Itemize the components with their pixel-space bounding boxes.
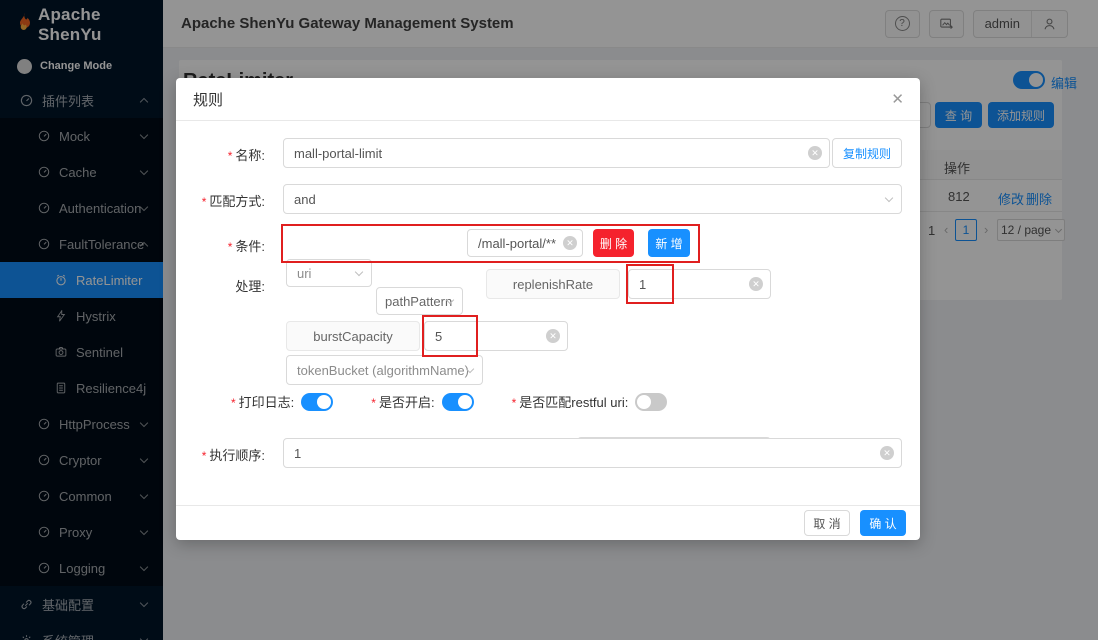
match-mode-select[interactable]: and	[283, 184, 902, 214]
algorithm-value: tokenBucket (algorithmName)	[297, 362, 469, 378]
condition-param-value: uri	[297, 265, 312, 281]
clear-icon[interactable]: ✕	[563, 236, 577, 250]
condition-delete-button[interactable]: 删 除	[593, 229, 634, 257]
restful-toggle[interactable]	[635, 392, 668, 411]
modal-header: 规则 ✕	[176, 78, 920, 121]
enabled-toggle-label: * 是否开启:	[371, 395, 435, 410]
order-label: * 执行顺序:	[201, 448, 265, 463]
required-asterisk: *	[201, 195, 207, 209]
required-asterisk: *	[201, 449, 207, 463]
enabled-toggle[interactable]	[441, 392, 474, 411]
order-input-wrap: ✕	[283, 438, 902, 468]
condition-value-wrap: ✕	[467, 229, 583, 257]
app-window: Apache ShenYu Change Mode 插件列表 Mock Cach…	[0, 0, 1098, 640]
match-mode-label: * 匹配方式:	[201, 194, 265, 209]
log-toggle-label: * 打印日志:	[231, 395, 295, 410]
toggle-row: * 打印日志: * 是否开启: * 是否匹配restful uri:	[231, 392, 668, 411]
copy-rule-button[interactable]: 复制规则	[832, 138, 902, 168]
cancel-button[interactable]: 取 消	[804, 510, 850, 536]
condition-operator-select[interactable]: pathPattern	[376, 287, 463, 315]
close-icon[interactable]: ✕	[891, 90, 904, 108]
condition-operator-value: pathPattern	[385, 293, 453, 309]
restful-toggle-label: * 是否匹配restful uri:	[511, 395, 629, 410]
order-input[interactable]	[283, 438, 902, 468]
required-asterisk: *	[227, 240, 233, 254]
clear-icon[interactable]: ✕	[546, 329, 560, 343]
condition-label: * 条件:	[227, 239, 265, 254]
replenish-rate-key: replenishRate	[486, 269, 620, 299]
clear-icon[interactable]: ✕	[749, 277, 763, 291]
burst-capacity-key: burstCapacity	[286, 321, 420, 351]
name-input-wrap: ✕	[283, 138, 830, 168]
match-mode-value: and	[294, 191, 316, 207]
confirm-button[interactable]: 确 认	[860, 510, 906, 536]
required-asterisk: *	[227, 149, 233, 163]
handle-label: 处理:	[235, 279, 265, 294]
required-asterisk: *	[371, 396, 376, 410]
replenish-rate-wrap: ✕	[628, 269, 771, 299]
required-asterisk: *	[511, 396, 517, 410]
name-label: * 名称:	[227, 148, 265, 163]
required-asterisk: *	[231, 396, 236, 410]
log-toggle[interactable]	[301, 392, 334, 411]
chevron-down-icon	[884, 193, 894, 203]
chevron-down-icon	[354, 267, 364, 277]
rule-modal: 规则 ✕ *名称: ✕ 复制规则 *匹配方式: and *条件: uri pat…	[176, 78, 920, 540]
burst-capacity-wrap: ✕	[424, 321, 568, 351]
algorithm-select[interactable]: tokenBucket (algorithmName)	[286, 355, 483, 385]
condition-param-select[interactable]: uri	[286, 259, 372, 287]
modal-footer: 取 消 确 认	[176, 505, 920, 540]
name-input[interactable]	[283, 138, 830, 168]
clear-icon[interactable]: ✕	[880, 446, 894, 460]
modal-title: 规则	[193, 91, 224, 109]
condition-add-button[interactable]: 新 增	[648, 229, 690, 257]
clear-icon[interactable]: ✕	[808, 146, 822, 160]
